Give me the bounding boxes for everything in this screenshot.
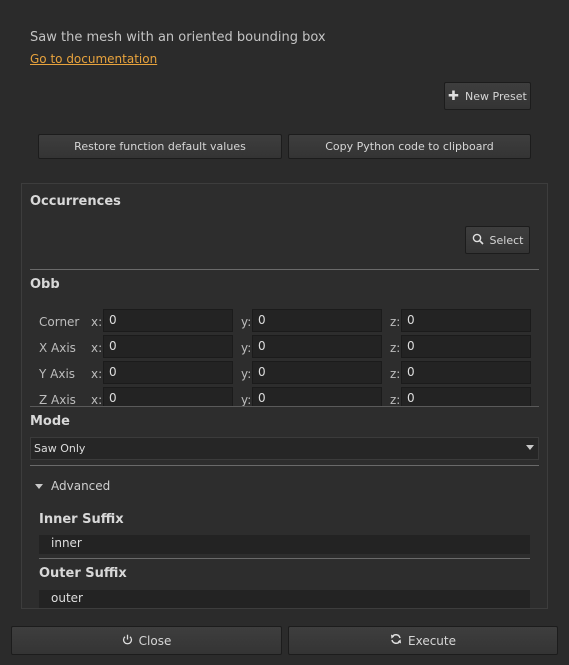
close-label: Close	[138, 633, 172, 648]
corner-x-input[interactable]: 0	[103, 309, 233, 332]
xaxis-y-input[interactable]: 0	[252, 335, 382, 358]
obb-row-label: X Axis	[39, 341, 76, 355]
corner-y-input[interactable]: 0	[252, 309, 382, 332]
zaxis-y-input[interactable]: 0	[252, 387, 382, 407]
obb-row-label: Y Axis	[39, 367, 76, 381]
divider	[30, 406, 539, 407]
mode-title: Mode	[30, 414, 70, 429]
chevron-down-icon	[35, 483, 43, 489]
copy-python-button[interactable]: Copy Python code to clipboard	[288, 134, 531, 159]
mode-select[interactable]: Saw Only	[30, 437, 539, 460]
inner-suffix-input[interactable]: inner	[39, 535, 530, 554]
parameters-panel[interactable]: Occurrences Select Obb Corner x: 0 y: 0 …	[21, 183, 548, 609]
z-label: z:	[390, 367, 401, 381]
plus-icon: ✚	[448, 88, 460, 104]
x-label: x:	[91, 341, 103, 355]
z-label: z:	[390, 341, 401, 355]
zaxis-x-input[interactable]: 0	[103, 387, 233, 407]
mode-selected-value: Saw Only	[34, 442, 86, 455]
y-label: y:	[241, 393, 252, 407]
yaxis-z-input[interactable]: 0	[401, 361, 531, 384]
outer-suffix-input[interactable]: outer	[39, 590, 530, 608]
close-button[interactable]: Close	[11, 626, 282, 655]
restore-defaults-button[interactable]: Restore function default values	[38, 134, 282, 159]
power-icon	[122, 634, 133, 648]
copy-python-label: Copy Python code to clipboard	[325, 140, 494, 153]
divider	[30, 465, 539, 466]
divider	[39, 558, 530, 559]
execute-label: Execute	[408, 633, 456, 648]
z-label: z:	[390, 393, 401, 407]
search-icon	[472, 233, 484, 248]
x-label: x:	[91, 393, 103, 407]
select-button[interactable]: Select	[465, 226, 530, 254]
zaxis-z-input[interactable]: 0	[401, 387, 531, 407]
new-preset-button[interactable]: ✚ New Preset	[444, 82, 531, 110]
occurrences-title: Occurrences	[30, 194, 121, 209]
divider	[30, 269, 539, 270]
inner-suffix-title: Inner Suffix	[39, 512, 124, 527]
xaxis-z-input[interactable]: 0	[401, 335, 531, 358]
yaxis-x-input[interactable]: 0	[103, 361, 233, 384]
documentation-link[interactable]: Go to documentation	[30, 52, 157, 66]
xaxis-x-input[interactable]: 0	[103, 335, 233, 358]
obb-title: Obb	[30, 277, 60, 292]
z-label: z:	[390, 315, 401, 329]
y-label: y:	[241, 341, 252, 355]
new-preset-label: New Preset	[465, 89, 527, 103]
yaxis-y-input[interactable]: 0	[252, 361, 382, 384]
x-label: x:	[91, 367, 103, 381]
select-label: Select	[489, 233, 524, 247]
obb-row-label: Z Axis	[39, 393, 76, 407]
function-description: Saw the mesh with an oriented bounding b…	[30, 30, 326, 45]
advanced-toggle[interactable]: Advanced	[35, 479, 110, 493]
corner-z-input[interactable]: 0	[401, 309, 531, 332]
refresh-icon	[390, 633, 402, 648]
execute-button[interactable]: Execute	[288, 626, 558, 655]
advanced-label: Advanced	[51, 479, 111, 493]
restore-defaults-label: Restore function default values	[74, 140, 246, 153]
chevron-down-icon	[526, 445, 534, 450]
x-label: x:	[91, 315, 103, 329]
outer-suffix-title: Outer Suffix	[39, 566, 127, 581]
y-label: y:	[241, 315, 252, 329]
obb-row-label: Corner	[39, 315, 80, 329]
y-label: y:	[241, 367, 252, 381]
